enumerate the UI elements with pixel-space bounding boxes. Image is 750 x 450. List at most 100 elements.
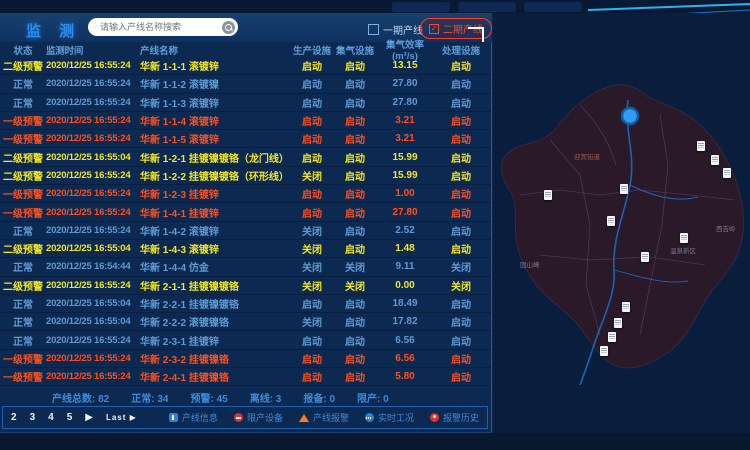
column-header: 处理设施 — [434, 43, 488, 57]
poi-marker[interactable] — [697, 141, 705, 151]
city-map[interactable]: 迎宾街道西吉岭温泉新区固山峰 — [490, 45, 750, 433]
table-row[interactable]: 二级预警2020/12/25 16:55:24华新 1-1-1 滚镀锌启动启动1… — [0, 57, 491, 75]
table-cell: 华新 1-1-4 滚镀锌 — [138, 113, 290, 128]
table-cell: 27.80 — [376, 207, 434, 218]
legend-label: 实时工况 — [378, 411, 414, 424]
table-cell: 启动 — [290, 205, 334, 220]
table-row[interactable]: 二级预警2020/12/25 16:55:04华新 1-4-3 滚镀锌关闭启动1… — [0, 240, 491, 258]
table-cell: 2020/12/25 16:55:24 — [46, 115, 138, 126]
legend-item[interactable]: 产线信息 — [169, 411, 218, 424]
table-cell: 启动 — [290, 58, 334, 73]
bottom-strip — [0, 433, 750, 450]
table-cell: 启动 — [334, 351, 376, 366]
table-cell: 关闭 — [334, 278, 376, 293]
table-cell: 启动 — [334, 205, 376, 220]
column-header: 生产设施 — [290, 43, 334, 57]
map-place-label: 迎宾街道 — [574, 151, 600, 161]
table-row[interactable]: 一级预警2020/12/25 16:55:24华新 2-3-2 挂镀镍铬启动启动… — [0, 350, 491, 368]
table-cell: 启动 — [334, 168, 376, 183]
table-row[interactable]: 一级预警2020/12/25 16:55:24华新 1-1-4 滚镀锌启动启动3… — [0, 112, 491, 130]
page-button[interactable]: 3 — [30, 412, 36, 423]
page-button[interactable]: 4 — [48, 412, 54, 423]
poi-marker[interactable] — [723, 168, 731, 178]
table-cell: 关闭 — [290, 168, 334, 183]
phase1-checkbox[interactable]: 一期产线 — [368, 22, 423, 37]
poi-marker[interactable] — [641, 252, 649, 262]
poi-marker[interactable] — [680, 233, 688, 243]
table-cell: 华新 2-3-2 挂镀镍铬 — [138, 351, 290, 366]
table-cell: 正常 — [0, 76, 46, 91]
table-row[interactable]: 正常2020/12/25 16:55:04华新 2-2-1 挂镀镍镀铬启动启动1… — [0, 295, 491, 313]
poi-marker[interactable] — [622, 302, 630, 312]
summary-item: 产线总数: 82 — [52, 390, 109, 405]
table-row[interactable]: 二级预警2020/12/25 16:55:24华新 1-2-2 挂镀镍镀铬（环形… — [0, 167, 491, 185]
table-row[interactable]: 正常2020/12/25 16:54:44华新 1-4-4 仿金关闭关闭9.11… — [0, 258, 491, 276]
table-row[interactable]: 正常2020/12/25 16:55:24华新 1-1-2 滚镀镍启动启动27.… — [0, 75, 491, 93]
alarm-triangle-icon — [299, 414, 309, 422]
poi-marker[interactable] — [600, 346, 608, 356]
table-cell: 启动 — [290, 296, 334, 311]
search-box[interactable] — [88, 18, 238, 36]
table-row[interactable]: 正常2020/12/25 16:55:04华新 2-2-2 滚镀镍铬关闭启动17… — [0, 313, 491, 331]
poi-marker[interactable] — [614, 318, 622, 328]
table-cell: 华新 1-2-3 挂镀锌 — [138, 186, 290, 201]
table-cell: 2020/12/25 16:55:24 — [46, 280, 138, 291]
checkbox-icon[interactable] — [368, 24, 379, 35]
table-cell: 正常 — [0, 296, 46, 311]
map-shape — [490, 45, 750, 433]
table-cell: 华新 1-2-2 挂镀镍镀铬（环形线） — [138, 168, 290, 183]
table-cell: 正常 — [0, 333, 46, 348]
table-cell: 华新 1-1-2 滚镀镍 — [138, 76, 290, 91]
table-cell: 启动 — [334, 223, 376, 238]
last-page-button[interactable]: Last ▶ — [106, 413, 137, 422]
table-cell: 启动 — [290, 76, 334, 91]
table-row[interactable]: 正常2020/12/25 16:55:24华新 1-1-3 滚镀锌启动启动27.… — [0, 94, 491, 112]
table-row[interactable]: 一级预警2020/12/25 16:55:24华新 2-4-1 挂镀镍铬启动启动… — [0, 368, 491, 386]
poi-marker[interactable] — [607, 216, 615, 226]
table-row[interactable]: 一级预警2020/12/25 16:55:24华新 1-4-1 挂镀锌启动启动2… — [0, 203, 491, 221]
table-row[interactable]: 二级预警2020/12/25 16:55:24华新 2-1-1 挂镀镍镀铬关闭关… — [0, 277, 491, 295]
legend-item[interactable]: 产线报警 — [299, 411, 349, 424]
map-panel: 迎宾街道西吉岭温泉新区固山峰 力嘉科技 LEAGUE TE — [493, 13, 750, 450]
page-button[interactable]: 2 — [11, 412, 17, 423]
table-cell: 启动 — [434, 150, 488, 165]
selected-site-marker[interactable] — [622, 108, 638, 124]
search-input[interactable] — [98, 21, 222, 33]
table-cell: 2020/12/25 16:55:04 — [46, 298, 138, 309]
poi-marker[interactable] — [620, 184, 628, 194]
poi-marker[interactable] — [608, 332, 616, 342]
table-cell: 华新 2-3-1 挂镀锌 — [138, 333, 290, 348]
table-cell: 华新 1-1-5 滚镀锌 — [138, 131, 290, 146]
table-row[interactable]: 一级预警2020/12/25 16:55:24华新 1-1-5 滚镀锌启动启动3… — [0, 130, 491, 148]
search-icon[interactable] — [222, 21, 235, 34]
table-cell: 正常 — [0, 259, 46, 274]
bottom-bar: 2 3 4 5 ▶ Last ▶ 产线信息 限产设备 产线报警 实时工况 报警历史 — [2, 406, 488, 429]
table-cell: 华新 2-2-1 挂镀镍镀铬 — [138, 296, 290, 311]
table-row[interactable]: 二级预警2020/12/25 16:55:04华新 1-2-1 挂镀镍镀铬（龙门… — [0, 148, 491, 166]
table-cell: 启动 — [290, 369, 334, 384]
summary-item: 报备: 0 — [303, 390, 335, 405]
table-cell: 启动 — [334, 113, 376, 128]
legend-item[interactable]: 实时工况 — [365, 411, 414, 424]
table-row[interactable]: 正常2020/12/25 16:55:24华新 2-3-1 挂镀锌启动启动6.5… — [0, 331, 491, 349]
phase1-label: 一期产线 — [383, 22, 423, 37]
table-cell: 关闭 — [290, 223, 334, 238]
legend-item[interactable]: 报警历史 — [430, 411, 479, 424]
table-cell: 二级预警 — [0, 278, 46, 293]
page-button[interactable]: 5 — [67, 412, 73, 423]
legend-label: 产线信息 — [182, 411, 218, 424]
table-cell: 27.80 — [376, 78, 434, 89]
legend-item[interactable]: 限产设备 — [234, 411, 283, 424]
table-row[interactable]: 正常2020/12/25 16:55:24华新 1-4-2 滚镀锌关闭启动2.5… — [0, 222, 491, 240]
table-cell: 2020/12/25 16:55:24 — [46, 207, 138, 218]
poi-marker[interactable] — [711, 155, 719, 165]
table-cell: 启动 — [334, 241, 376, 256]
table-cell: 0.00 — [376, 280, 434, 291]
poi-marker[interactable] — [544, 190, 552, 200]
table-cell: 一级预警 — [0, 351, 46, 366]
table-cell: 启动 — [434, 223, 488, 238]
next-page-button[interactable]: ▶ — [85, 412, 93, 423]
table-row[interactable]: 一级预警2020/12/25 16:55:24华新 1-2-3 挂镀锌启动启动1… — [0, 185, 491, 203]
table-cell: 关闭 — [290, 278, 334, 293]
table-cell: 15.99 — [376, 152, 434, 163]
